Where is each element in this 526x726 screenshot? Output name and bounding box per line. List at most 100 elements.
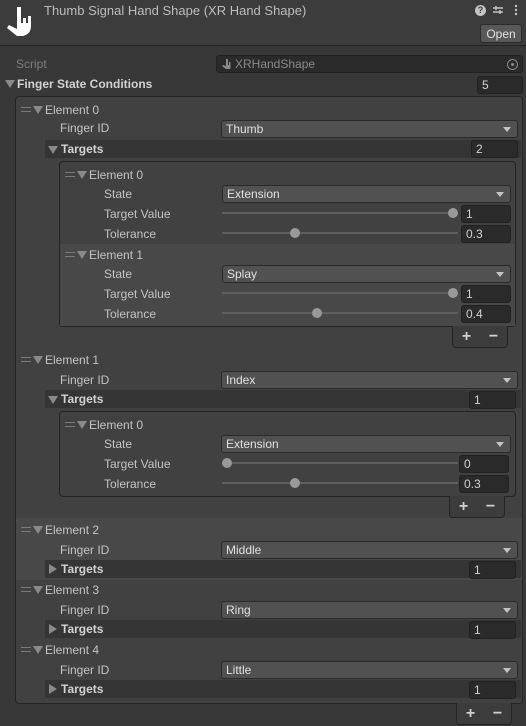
targets-label[interactable]: Targets bbox=[61, 619, 103, 639]
targets-size-field[interactable]: 2 bbox=[471, 140, 518, 158]
targets-size-field[interactable]: 1 bbox=[469, 561, 516, 579]
state-dropdown[interactable]: Splay bbox=[222, 265, 511, 283]
conditions-foldout-icon[interactable] bbox=[5, 80, 15, 88]
targets-label[interactable]: Targets bbox=[61, 559, 103, 579]
open-button[interactable]: Open bbox=[480, 24, 522, 43]
finger-id-dropdown[interactable]: Ring bbox=[221, 601, 518, 619]
foldout-icon[interactable] bbox=[33, 106, 43, 114]
state-value: Extension bbox=[226, 437, 279, 451]
slider-track[interactable] bbox=[222, 232, 458, 234]
foldout-icon[interactable] bbox=[33, 526, 43, 534]
preset-settings-icon[interactable] bbox=[492, 4, 504, 16]
tolerance-label: Tolerance bbox=[104, 477, 157, 491]
finger-id-label: Finger ID bbox=[60, 543, 110, 557]
finger-id-dropdown[interactable]: Little bbox=[221, 661, 518, 679]
drag-handle-icon[interactable] bbox=[65, 422, 75, 427]
conditions-label[interactable]: Finger State Conditions bbox=[17, 74, 152, 94]
targets-label[interactable]: Targets bbox=[61, 679, 103, 699]
script-field[interactable]: XRHandShape bbox=[216, 55, 523, 73]
target-value-field[interactable]: 1 bbox=[461, 205, 511, 223]
foldout-icon[interactable] bbox=[33, 646, 43, 654]
element-label[interactable]: Element 3 bbox=[45, 580, 99, 600]
conditions-size-field[interactable]: 5 bbox=[477, 76, 523, 94]
drag-handle-icon[interactable] bbox=[21, 357, 31, 362]
remove-condition-button[interactable]: − bbox=[493, 705, 502, 723]
targets-foldout-icon[interactable] bbox=[49, 624, 57, 634]
targets-header bbox=[45, 620, 521, 638]
slider-thumb[interactable] bbox=[448, 208, 458, 218]
tolerance-field[interactable]: 0.4 bbox=[461, 305, 511, 323]
slider-track[interactable] bbox=[222, 292, 458, 294]
slider-track[interactable] bbox=[222, 212, 458, 214]
add-target-button[interactable]: + bbox=[459, 498, 468, 516]
state-value: Splay bbox=[227, 267, 258, 281]
tolerance-field[interactable]: 0.3 bbox=[459, 475, 509, 493]
help-icon[interactable]: ? bbox=[475, 4, 486, 16]
remove-target-button[interactable]: − bbox=[486, 498, 495, 516]
chevron-down-icon bbox=[496, 442, 504, 447]
state-label: State bbox=[104, 437, 133, 451]
finger-id-dropdown[interactable]: Middle bbox=[221, 541, 518, 559]
slider-thumb[interactable] bbox=[222, 458, 232, 468]
targets-foldout-icon[interactable] bbox=[48, 146, 58, 154]
chevron-down-icon bbox=[496, 272, 504, 277]
remove-target-button[interactable]: − bbox=[489, 328, 498, 346]
slider-track[interactable] bbox=[222, 462, 458, 464]
target-value-field[interactable]: 0 bbox=[459, 455, 509, 473]
targets-foldout-icon[interactable] bbox=[48, 396, 58, 404]
drag-handle-icon[interactable] bbox=[65, 172, 75, 177]
drag-handle-icon[interactable] bbox=[65, 252, 75, 257]
foldout-icon[interactable] bbox=[77, 171, 87, 179]
more-options-icon[interactable] bbox=[510, 4, 522, 16]
conditions-add-remove: + − bbox=[456, 703, 512, 725]
drag-handle-icon[interactable] bbox=[21, 107, 31, 112]
state-value: Extension bbox=[227, 187, 280, 201]
state-dropdown[interactable]: Extension bbox=[222, 185, 511, 203]
element-label[interactable]: Element 1 bbox=[45, 350, 99, 370]
targets-foldout-icon[interactable] bbox=[49, 684, 57, 694]
hand-sign-icon bbox=[7, 7, 31, 36]
state-label: State bbox=[104, 187, 133, 201]
targets-foldout-icon[interactable] bbox=[49, 564, 57, 574]
target-element-label[interactable]: Element 1 bbox=[89, 245, 143, 265]
tolerance-field[interactable]: 0.3 bbox=[461, 225, 511, 243]
element-label[interactable]: Element 4 bbox=[45, 640, 99, 660]
add-condition-button[interactable]: + bbox=[466, 705, 475, 723]
target-value-label: Target Value bbox=[104, 207, 171, 221]
state-dropdown[interactable]: Extension bbox=[221, 435, 511, 453]
slider-thumb[interactable] bbox=[448, 288, 458, 298]
foldout-icon[interactable] bbox=[33, 586, 43, 594]
slider-track[interactable] bbox=[222, 482, 458, 484]
targets-size-field[interactable]: 1 bbox=[469, 621, 516, 639]
chevron-down-icon bbox=[503, 378, 511, 383]
targets-label[interactable]: Targets bbox=[61, 139, 103, 159]
chevron-down-icon bbox=[503, 127, 511, 132]
element-label[interactable]: Element 2 bbox=[45, 520, 99, 540]
foldout-icon[interactable] bbox=[77, 251, 87, 259]
chevron-down-icon bbox=[503, 608, 511, 613]
target-element-label[interactable]: Element 0 bbox=[89, 165, 143, 185]
slider-thumb[interactable] bbox=[289, 228, 300, 238]
script-label: Script bbox=[16, 57, 47, 71]
script-hand-icon bbox=[222, 59, 231, 69]
targets-label[interactable]: Targets bbox=[61, 389, 103, 409]
element-label[interactable]: Element 0 bbox=[45, 100, 99, 120]
targets-size-field[interactable]: 1 bbox=[469, 391, 516, 409]
target-value-field[interactable]: 1 bbox=[461, 285, 511, 303]
slider-thumb[interactable] bbox=[289, 478, 300, 488]
foldout-icon[interactable] bbox=[77, 421, 87, 429]
object-picker-icon[interactable] bbox=[507, 59, 518, 70]
drag-handle-icon[interactable] bbox=[21, 587, 31, 592]
finger-id-label: Finger ID bbox=[60, 603, 110, 617]
chevron-down-icon bbox=[496, 192, 504, 197]
foldout-icon[interactable] bbox=[33, 356, 43, 364]
slider-track[interactable] bbox=[222, 312, 458, 314]
add-target-button[interactable]: + bbox=[462, 328, 471, 346]
target-element-label[interactable]: Element 0 bbox=[89, 415, 143, 435]
drag-handle-icon[interactable] bbox=[21, 647, 31, 652]
finger-id-dropdown[interactable]: Thumb bbox=[221, 120, 518, 138]
drag-handle-icon[interactable] bbox=[21, 527, 31, 532]
finger-id-dropdown[interactable]: Index bbox=[221, 371, 518, 389]
targets-size-field[interactable]: 1 bbox=[469, 681, 516, 699]
finger-id-value: Ring bbox=[226, 603, 251, 617]
